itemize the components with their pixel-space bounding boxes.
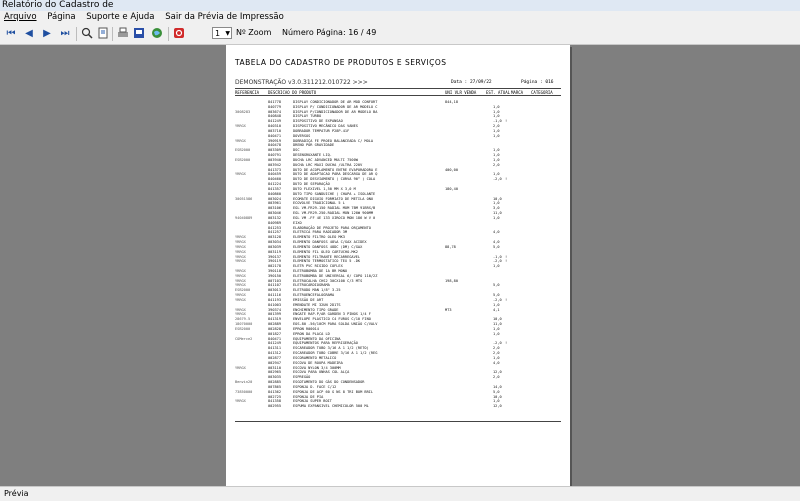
first-page-icon[interactable]: ⏮ [4,27,18,41]
report-subtitle: DEMONSTRAÇÃO v3.0.311212.010722 >>> [235,79,368,86]
export-icon[interactable] [132,27,146,41]
close-preview-icon[interactable] [172,27,186,41]
last-page-icon[interactable]: ⏭ [58,27,72,41]
menu-suporte[interactable]: Suporte e Ajuda [82,11,158,24]
zoom-icon[interactable] [80,27,94,41]
chevron-down-icon: ▼ [225,30,230,37]
menu-arquivo[interactable]: Arquivo [0,11,41,24]
page-setup-icon[interactable] [96,27,110,41]
print-icon[interactable] [116,27,130,41]
report-rows: 841778 DISPLAY CONDICIONADOR DE AR MOD CO… [235,100,561,409]
menu-sair[interactable]: Sair da Prévia de Impressão [161,11,288,24]
page-number-label: Número Página: 16 / 49 [282,28,377,37]
cell-cod: 002955 [268,404,281,409]
cell-est: 12,0 [493,404,502,409]
table-row: 002955 ESPUMA EXPANSIVEL CHEMICOLOR 500 M… [235,404,561,409]
report-page: TABELA DO CADASTRO DE PRODUTOS E SERVIÇO… [226,45,570,486]
report-page-number: Página : 016 [521,80,554,85]
status-bar: Prévia [0,486,800,500]
next-page-icon[interactable]: ▶ [40,27,54,41]
web-icon[interactable] [150,27,164,41]
preview-area[interactable]: TABELA DO CADASTRO DE PRODUTOS E SERVIÇO… [0,45,800,486]
zoom-label: Nº Zoom [236,28,272,37]
menu-bar: Arquivo Página Suporte e Ajuda Sair da P… [0,11,800,24]
toolbar: ⏮ ◀ ▶ ⏭ 1 ▼ Nº Zoom Número Página: 16 / 4… [0,24,800,45]
cell-desc: ESPUMA EXPANSIVEL CHEMICOLOR 500 ML [293,404,369,409]
report-date: Data : 27/09/22 [451,80,492,85]
zoom-select[interactable]: 1 ▼ [212,27,232,39]
window-title: Relatório do Cadastro de [0,0,800,11]
report-title: TABELA DO CADASTRO DE PRODUTOS E SERVIÇO… [235,58,447,67]
prev-page-icon[interactable]: ◀ [22,27,36,41]
menu-pagina[interactable]: Página [43,11,79,24]
